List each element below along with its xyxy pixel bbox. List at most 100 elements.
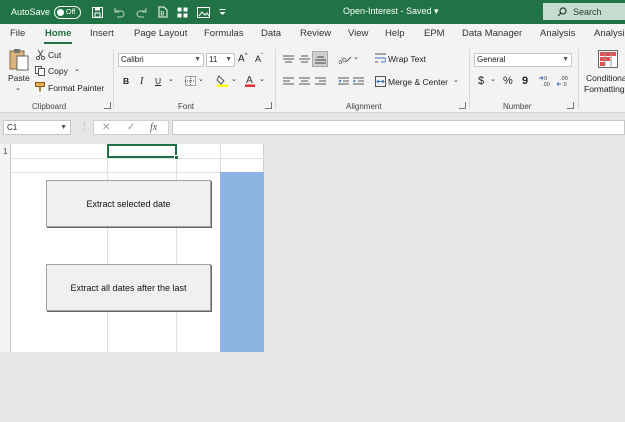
align-center-icon[interactable]: [299, 77, 310, 86]
row-gridline: [0, 158, 264, 159]
separator: [113, 49, 114, 109]
increase-decimal-icon[interactable]: 0.00: [539, 75, 552, 87]
borders-icon[interactable]: [185, 76, 196, 86]
grid-icon[interactable]: [177, 7, 188, 18]
copy-button[interactable]: Copy: [48, 66, 68, 76]
formula-input[interactable]: [172, 120, 625, 135]
orientation-dropdown-icon[interactable]: ⌄: [353, 53, 359, 61]
number-launcher-icon[interactable]: [567, 102, 574, 109]
cut-button[interactable]: Cut: [48, 50, 61, 60]
orientation-icon[interactable]: ab: [338, 53, 352, 65]
copy-dropdown-icon[interactable]: ⌄: [74, 65, 80, 73]
number-format-select[interactable]: General ▼: [474, 53, 572, 67]
search-box[interactable]: Search: [543, 3, 625, 20]
borders-dropdown-icon[interactable]: ⌄: [198, 75, 204, 83]
selected-cell-c1[interactable]: [107, 144, 177, 158]
tab-review[interactable]: Review: [300, 28, 331, 39]
currency-dropdown-icon[interactable]: ⌄: [490, 75, 496, 83]
number-format-value: General: [477, 55, 506, 64]
align-top-icon[interactable]: [283, 55, 294, 64]
align-right-icon[interactable]: [315, 77, 326, 86]
bold-button[interactable]: B: [123, 76, 129, 86]
redo-icon[interactable]: [135, 7, 149, 18]
paste-label[interactable]: Paste: [8, 73, 30, 83]
name-box[interactable]: C1 ▼: [3, 120, 71, 135]
percent-button[interactable]: %: [503, 75, 513, 87]
italic-button[interactable]: I: [140, 76, 143, 87]
tab-home[interactable]: Home: [45, 28, 71, 39]
tab-epm[interactable]: EPM: [424, 28, 445, 39]
fill-handle[interactable]: [174, 155, 179, 160]
extract-all-dates-label: Extract all dates after the last: [70, 282, 187, 293]
paste-icon[interactable]: [9, 48, 29, 71]
font-name-select[interactable]: Calibri ▼: [118, 53, 204, 67]
save-icon[interactable]: [92, 6, 104, 18]
tab-insert[interactable]: Insert: [90, 28, 114, 39]
underline-button[interactable]: U: [155, 76, 161, 86]
wrap-text-button[interactable]: Wrap Text: [388, 54, 426, 64]
decrease-font-size-icon[interactable]: Aˇ: [255, 54, 263, 64]
undo-icon[interactable]: [112, 7, 126, 18]
currency-button[interactable]: $: [478, 75, 484, 87]
decrease-indent-icon[interactable]: [338, 77, 349, 86]
tab-help[interactable]: Help: [385, 28, 405, 39]
name-box-value: C1: [7, 123, 18, 132]
tab-formulas[interactable]: Formulas: [204, 28, 244, 39]
tab-analysis[interactable]: Analysis: [540, 28, 575, 39]
copy-icon: [35, 66, 45, 76]
extract-all-dates-button[interactable]: Extract all dates after the last: [46, 264, 211, 311]
font-launcher-icon[interactable]: [265, 102, 272, 109]
tab-file[interactable]: File: [10, 28, 25, 39]
tab-page-layout[interactable]: Page Layout: [134, 28, 187, 39]
tab-view[interactable]: View: [348, 28, 368, 39]
conditional-formatting-label-1[interactable]: Conditional: [586, 73, 625, 83]
alignment-launcher-icon[interactable]: [459, 102, 466, 109]
search-label: Search: [573, 6, 602, 17]
customize-qat-icon[interactable]: [219, 8, 226, 16]
formula-bar: C1 ▼ ⋮ ✕ ✓ fx: [0, 113, 625, 143]
search-icon: [557, 6, 567, 16]
merge-dropdown-icon[interactable]: ⌄: [453, 76, 459, 84]
autosave-toggle[interactable]: Off: [54, 5, 82, 19]
column-gridline: [107, 144, 108, 352]
insert-function-icon[interactable]: fx: [150, 122, 157, 133]
increase-indent-icon[interactable]: [353, 77, 364, 86]
row-header-1[interactable]: 1: [3, 147, 7, 156]
cancel-icon[interactable]: ✕: [102, 122, 110, 133]
picture-icon[interactable]: [197, 6, 211, 18]
conditional-formatting-label-2[interactable]: Formatting: [584, 84, 625, 94]
title-bar: AutoSave Off B Open-Interest - Saved ▾ S…: [0, 0, 625, 24]
decrease-decimal-icon[interactable]: .00.0: [557, 75, 570, 87]
autosave-state: Off: [66, 8, 76, 16]
font-size-value: 11: [209, 55, 218, 64]
underline-dropdown-icon[interactable]: ⌄: [168, 75, 174, 83]
document-title[interactable]: Open-Interest - Saved ▾: [343, 6, 439, 17]
active-tab-indicator: [44, 42, 72, 44]
font-color-dropdown-icon[interactable]: ⌄: [259, 75, 265, 83]
more-options-icon[interactable]: ⋮: [80, 121, 89, 132]
fill-color-icon[interactable]: [216, 74, 229, 87]
clipboard-launcher-icon[interactable]: [104, 102, 111, 109]
paste-dropdown-icon[interactable]: ⌄: [15, 84, 21, 92]
worksheet[interactable]: 1 Extract selected date Extract all date…: [0, 144, 264, 352]
increase-font-size-icon[interactable]: A^: [238, 53, 248, 64]
align-left-icon[interactable]: [283, 77, 294, 86]
document-icon[interactable]: B: [158, 6, 168, 18]
font-name-value: Calibri: [121, 55, 144, 64]
tab-data-manager[interactable]: Data Manager: [462, 28, 522, 39]
fill-color-dropdown-icon[interactable]: ⌄: [231, 75, 237, 83]
conditional-formatting-icon[interactable]: [598, 50, 618, 68]
font-color-icon[interactable]: A: [244, 74, 256, 87]
ribbon-tabs: File Home Insert Page Layout Formulas Da…: [0, 24, 625, 45]
align-middle-icon[interactable]: [299, 55, 310, 64]
separator: [275, 49, 276, 109]
font-size-select[interactable]: 11 ▼: [206, 53, 235, 67]
enter-icon[interactable]: ✓: [127, 122, 135, 133]
extract-selected-date-button[interactable]: Extract selected date: [46, 180, 211, 227]
tab-data[interactable]: Data: [261, 28, 281, 39]
filled-range[interactable]: [220, 172, 264, 352]
format-painter-button[interactable]: Format Painter: [48, 83, 104, 93]
merge-center-button[interactable]: Merge & Center: [388, 77, 448, 87]
comma-style-button[interactable]: 9: [522, 75, 528, 87]
tab-analysis-2[interactable]: Analysis: [594, 28, 625, 39]
